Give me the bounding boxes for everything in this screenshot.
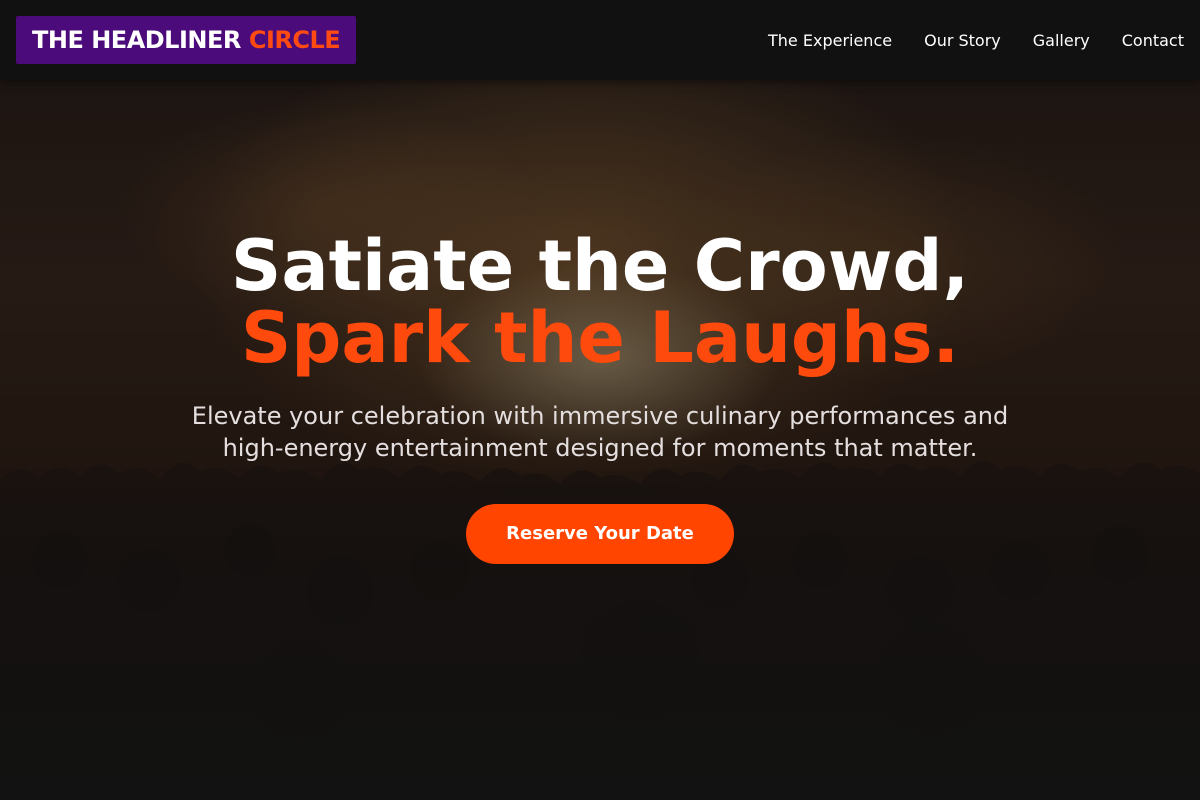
hero-section: Satiate the Crowd, Spark the Laughs. Ele…	[0, 230, 1200, 564]
logo-text-accent: CIRCLE	[248, 26, 341, 54]
hero-headline-line2: Spark the Laughs.	[240, 297, 960, 379]
site-header: THE HEADLINER CIRCLE The Experience Our …	[0, 0, 1200, 80]
nav-link-experience[interactable]: The Experience	[768, 31, 892, 50]
main-nav: The Experience Our Story Gallery Contact	[768, 0, 1184, 80]
reserve-date-button[interactable]: Reserve Your Date	[466, 504, 734, 564]
hero-headline: Satiate the Crowd, Spark the Laughs.	[0, 230, 1200, 374]
logo-text-primary: THE HEADLINER	[32, 26, 241, 54]
page: THE HEADLINER CIRCLE The Experience Our …	[0, 0, 1200, 800]
nav-link-gallery[interactable]: Gallery	[1033, 31, 1090, 50]
nav-link-our-story[interactable]: Our Story	[924, 31, 1001, 50]
nav-link-contact[interactable]: Contact	[1122, 31, 1184, 50]
site-logo[interactable]: THE HEADLINER CIRCLE	[16, 16, 357, 64]
hero-subheadline: Elevate your celebration with immersive …	[191, 402, 1009, 462]
hero-headline-line1: Satiate the Crowd,	[230, 225, 970, 307]
